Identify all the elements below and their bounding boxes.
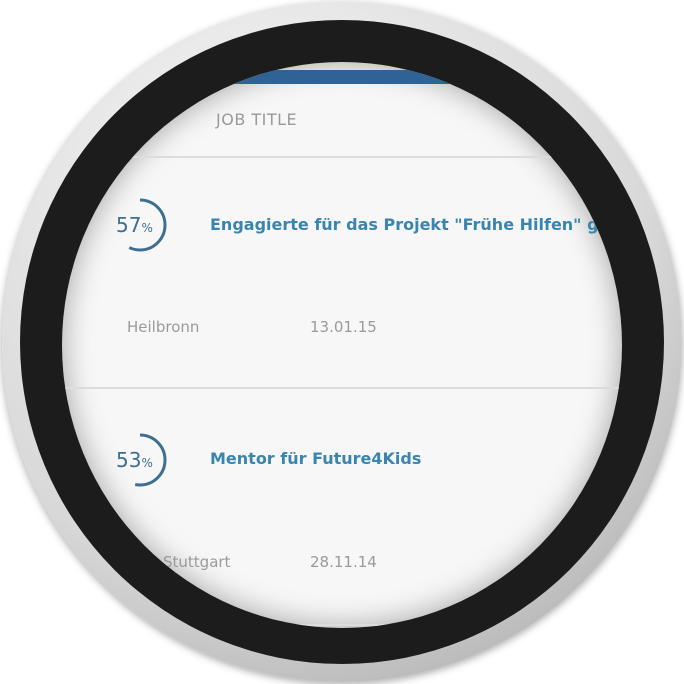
job-date: 13.01.15 <box>310 318 377 336</box>
match-percent: 57% <box>116 213 153 237</box>
divider <box>62 624 622 626</box>
header-accent-bar <box>180 70 540 84</box>
divider <box>62 387 622 389</box>
job-table: MATCH JOB TITLE 57% Engagierte für das P… <box>62 62 622 628</box>
job-location: Stuttgart <box>163 553 231 571</box>
divider <box>62 156 622 158</box>
job-location: Heilbronn <box>127 318 200 336</box>
match-percent: 53% <box>116 448 153 472</box>
column-header-match[interactable]: MATCH <box>100 110 158 129</box>
column-header-job-title[interactable]: JOB TITLE <box>216 110 297 129</box>
job-title-link[interactable]: Engagierte für das Projekt "Frühe Hilfen… <box>210 215 619 234</box>
magnifier-lens: MATCH JOB TITLE 57% Engagierte für das P… <box>62 62 622 628</box>
job-title-link[interactable]: Mentor für Future4Kids <box>210 449 421 468</box>
job-date: 28.11.14 <box>310 553 377 571</box>
